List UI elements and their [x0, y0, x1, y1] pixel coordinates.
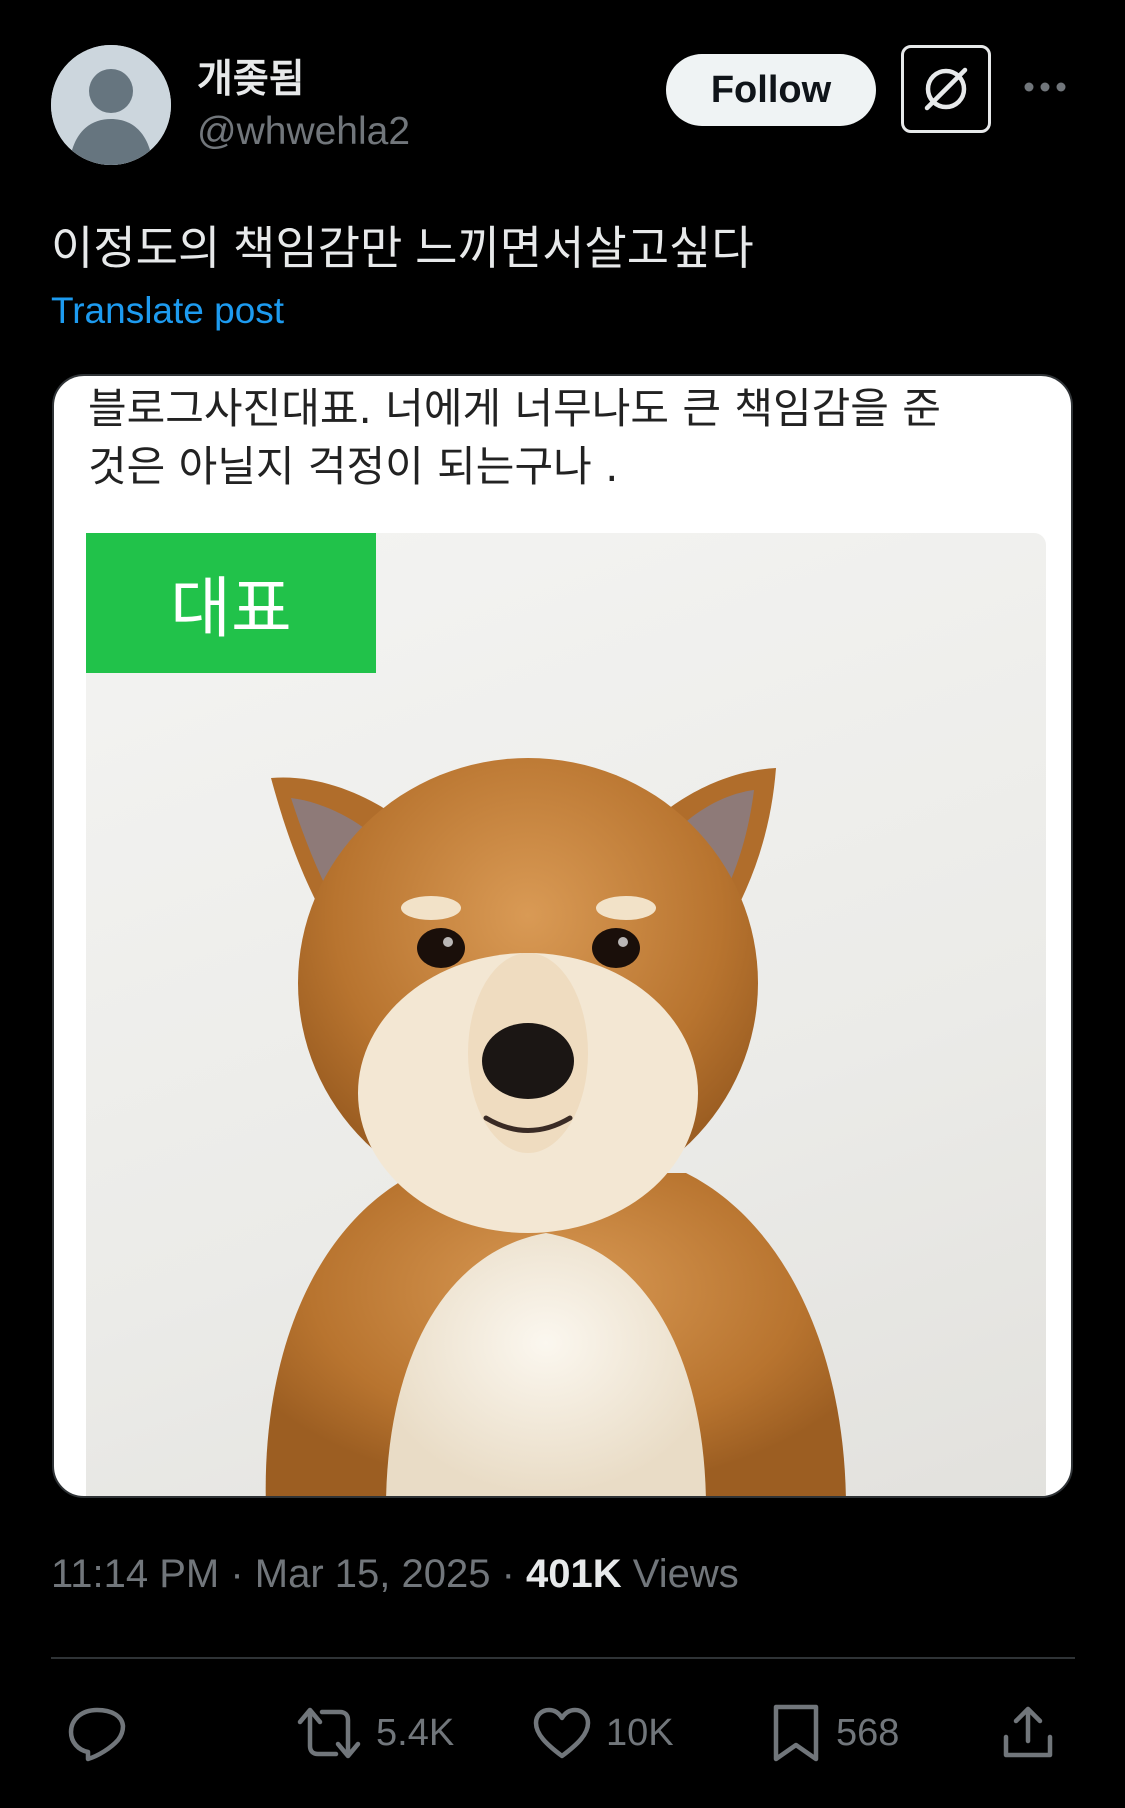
reply-button[interactable] [66, 1700, 142, 1766]
bookmark-count: 568 [836, 1711, 900, 1754]
representative-badge: 대표 [86, 533, 376, 673]
follow-button[interactable]: Follow [666, 54, 876, 126]
like-button[interactable]: 10K [532, 1700, 674, 1766]
post-text: 이정도의 책임감만 느끼면서살고싶다 [51, 222, 754, 274]
grok-button[interactable] [901, 45, 991, 133]
meta-separator: · [490, 1552, 527, 1596]
default-avatar-icon [51, 45, 171, 165]
repost-count: 5.4K [376, 1711, 455, 1754]
share-icon [1003, 1706, 1053, 1758]
share-button[interactable] [1000, 1700, 1056, 1766]
repost-icon [297, 1707, 361, 1759]
media-caption-line: 것은 아닐지 걱정이 되는구나 . [88, 442, 619, 491]
post-media[interactable]: 블로그사진대표. 너에게 너무나도 큰 책임감을 준 것은 아닐지 걱정이 되는… [52, 374, 1073, 1498]
puppy-photo [86, 533, 1046, 1496]
more-options-button[interactable] [1020, 62, 1070, 112]
repost-button[interactable]: 5.4K [296, 1700, 454, 1766]
post-time[interactable]: 11:14 PM [51, 1552, 219, 1596]
post-meta: 11:14 PM · Mar 15, 2025 · 401K Views [51, 1552, 739, 1597]
display-name[interactable]: 개좆됨 [197, 48, 305, 104]
media-caption-line: 블로그사진대표. 너에게 너무나도 큰 책임감을 준 [88, 384, 941, 433]
reply-icon [68, 1707, 126, 1762]
divider [51, 1657, 1075, 1659]
like-count: 10K [606, 1711, 674, 1754]
media-caption: 블로그사진대표. 너에게 너무나도 큰 책임감을 준 것은 아닐지 걱정이 되는… [88, 380, 1041, 496]
avatar[interactable] [51, 45, 171, 165]
translate-post-link[interactable]: Translate post [51, 290, 284, 332]
grok-icon [924, 67, 968, 111]
heart-icon [533, 1707, 591, 1759]
bookmark-icon [773, 1704, 819, 1762]
post-date[interactable]: Mar 15, 2025 [255, 1552, 491, 1596]
meta-separator: · [219, 1552, 255, 1596]
user-handle[interactable]: @whwehla2 [197, 110, 410, 154]
shiba-puppy-image [265, 758, 846, 1496]
bookmark-button[interactable]: 568 [770, 1700, 899, 1766]
views-count: 401K [526, 1552, 622, 1596]
more-icon [1024, 82, 1066, 92]
views-label: Views [632, 1552, 739, 1596]
